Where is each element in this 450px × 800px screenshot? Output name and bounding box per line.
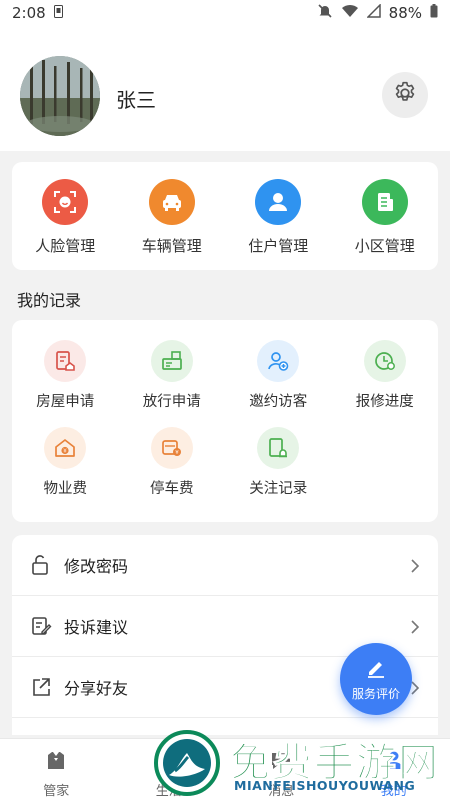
quick-action-face[interactable]: 人脸管理 — [12, 162, 119, 270]
mute-bell-icon — [317, 3, 333, 23]
quick-action-vehicle[interactable]: 车辆管理 — [119, 162, 226, 270]
lock-icon — [28, 552, 54, 578]
edit-note-icon — [28, 613, 54, 639]
record-invite-visitor[interactable]: 邀约访客 — [225, 340, 332, 411]
records-card: 房屋申请 放行申请 邀约访客 报修进度 ¥ 物业费 ¥ 停车费 关注记录 — [12, 320, 438, 522]
quick-action-label: 小区管理 — [354, 237, 415, 255]
record-parking-fee[interactable]: ¥ 停车费 — [119, 427, 226, 498]
tab-butler[interactable]: 管家 — [0, 739, 113, 800]
resident-icon — [255, 179, 302, 225]
record-label: 关注记录 — [249, 481, 308, 497]
user-name: 张三 — [116, 88, 156, 112]
life-icon — [157, 748, 181, 776]
record-label: 停车费 — [150, 481, 194, 497]
follow-record-icon — [257, 427, 300, 469]
car-icon — [148, 179, 195, 225]
tab-label: 管家 — [43, 784, 70, 799]
record-house-application[interactable]: 房屋申请 — [12, 340, 119, 411]
chevron-right-icon — [408, 619, 422, 634]
property-fee-icon: ¥ — [44, 427, 87, 469]
fab-label: 服务评价 — [351, 686, 400, 701]
quick-action-label: 住户管理 — [248, 237, 309, 255]
quick-action-resident[interactable]: 住户管理 — [225, 162, 332, 270]
chevron-right-icon — [408, 558, 422, 573]
parking-fee-icon: ¥ — [150, 427, 193, 469]
quick-action-label: 人脸管理 — [35, 237, 96, 255]
tab-label: 生活 — [155, 784, 182, 799]
settings-button[interactable] — [382, 72, 428, 118]
face-scan-icon — [42, 179, 89, 225]
repair-progress-icon — [363, 340, 406, 382]
profile-icon — [382, 748, 406, 776]
invite-visitor-icon — [257, 340, 300, 382]
release-pass-icon — [150, 340, 193, 382]
status-time: 2:08 — [12, 4, 46, 22]
record-repair-progress[interactable]: 报修进度 — [332, 340, 439, 411]
wifi-icon — [341, 4, 359, 22]
pen-icon — [365, 657, 387, 683]
bottom-tab-bar: 管家 生活 消息 我的 — [0, 738, 450, 800]
sim-card-icon — [53, 4, 63, 22]
profile-header: 张三 — [0, 26, 450, 151]
tab-message[interactable]: 消息 — [225, 739, 338, 800]
avatar[interactable] — [20, 56, 100, 136]
quick-actions-card: 人脸管理 车辆管理 住户管理 小区管理 — [12, 162, 438, 270]
message-icon — [269, 748, 293, 776]
menu-change-password[interactable]: 修改密码 — [12, 535, 438, 596]
quick-action-label: 车辆管理 — [141, 237, 202, 255]
tab-life[interactable]: 生活 — [113, 739, 226, 800]
share-icon — [28, 674, 54, 700]
signal-icon — [365, 3, 381, 22]
battery-percent: 88% — [388, 4, 422, 22]
menu-label: 修改密码 — [64, 557, 129, 576]
record-release-pass[interactable]: 放行申请 — [119, 340, 226, 411]
record-follow[interactable]: 关注记录 — [225, 427, 332, 498]
butler-icon — [44, 748, 68, 776]
record-property-fee[interactable]: ¥ 物业费 — [12, 427, 119, 498]
tab-label: 消息 — [268, 784, 295, 799]
record-label: 邀约访客 — [249, 394, 308, 410]
house-application-icon — [44, 340, 87, 382]
tab-label: 我的 — [380, 784, 407, 799]
battery-icon — [430, 4, 438, 22]
menu-label: 投诉建议 — [64, 618, 129, 637]
status-bar: 2:08 88% — [0, 0, 450, 26]
record-label: 物业费 — [43, 481, 88, 497]
quick-action-community[interactable]: 小区管理 — [332, 162, 439, 270]
tab-profile[interactable]: 我的 — [338, 739, 450, 800]
record-label: 报修进度 — [355, 394, 414, 410]
service-rating-button[interactable]: 服务评价 — [340, 643, 412, 715]
record-label: 放行申请 — [142, 394, 201, 410]
community-doc-icon — [361, 179, 408, 225]
section-title-records: 我的记录 — [17, 291, 82, 310]
svg-text:¥: ¥ — [64, 449, 68, 455]
record-label: 房屋申请 — [36, 394, 95, 410]
svg-text:¥: ¥ — [175, 450, 179, 456]
gear-icon — [392, 80, 418, 110]
